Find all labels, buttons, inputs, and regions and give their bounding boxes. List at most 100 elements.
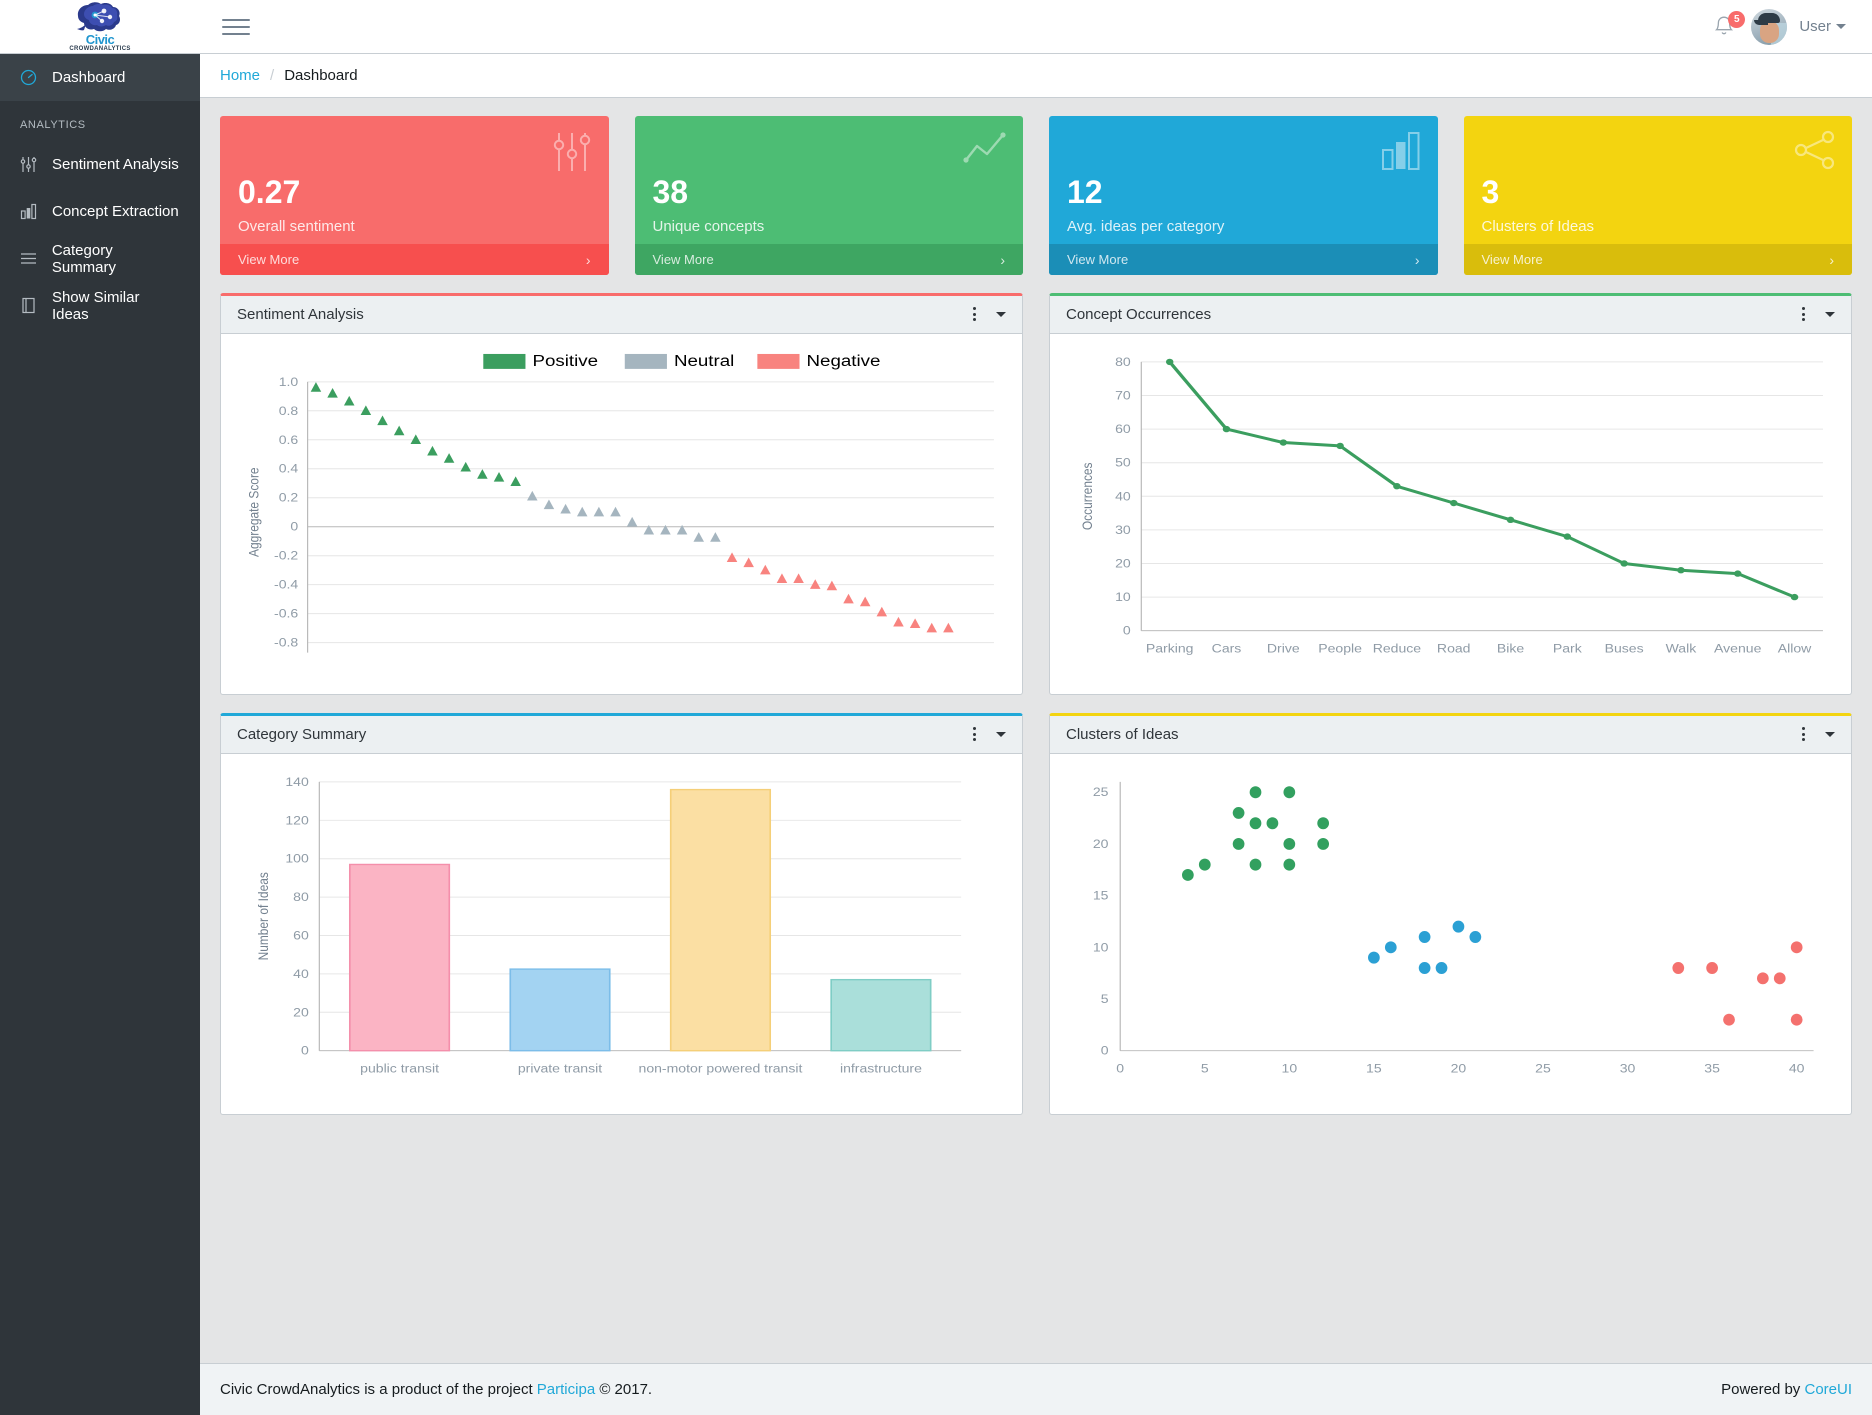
stat-card-avg-ideas-per-category[interactable]: 12 Avg. ideas per category View More ›	[1049, 116, 1438, 275]
panel-title: Clusters of Ideas	[1066, 725, 1179, 743]
bar-chart-icon	[1380, 130, 1422, 177]
sidebar-item-sentiment-analysis[interactable]: Sentiment Analysis	[0, 141, 200, 188]
sidebar-section-title: ANALYTICS	[20, 119, 86, 131]
stat-card-unique-concepts[interactable]: 38 Unique concepts View More ›	[634, 116, 1023, 275]
chevron-right-icon: ›	[1829, 251, 1834, 268]
stat-card-row: 0.27 Overall sentiment View More › 38 Un…	[220, 116, 1852, 275]
svg-text:Parking: Parking	[1146, 641, 1194, 655]
panel-title: Concept Occurrences	[1066, 305, 1212, 323]
svg-text:20: 20	[1093, 836, 1109, 850]
chevron-right-icon: ›	[1000, 251, 1005, 268]
svg-text:Occurrences: Occurrences	[1079, 462, 1095, 530]
svg-text:0: 0	[1116, 1061, 1124, 1075]
notifications-button[interactable]: 5	[1713, 10, 1746, 39]
category-summary-chart: 0 20 40 60 80 100 120 140 Number of Ideas public …	[221, 754, 1022, 1114]
svg-text:100: 100	[285, 851, 308, 865]
svg-text:0: 0	[301, 1043, 309, 1057]
app-body: Dashboard ANALYTICS Sentiment Analysis C…	[0, 54, 1872, 1415]
sidebar-item-label: Dashboard	[52, 69, 126, 86]
list-icon	[20, 250, 40, 267]
sliders-icon	[20, 156, 40, 173]
svg-text:15: 15	[1093, 888, 1109, 902]
stat-value: 38	[652, 174, 689, 210]
footer: Civic CrowdAnalytics is a product of the…	[200, 1363, 1872, 1415]
svg-text:1.0: 1.0	[279, 374, 299, 388]
svg-text:0: 0	[1123, 623, 1131, 637]
svg-text:20: 20	[293, 1005, 309, 1019]
svg-text:40: 40	[293, 966, 309, 980]
panel-menu-button[interactable]	[1799, 304, 1808, 324]
svg-text:People: People	[1318, 641, 1362, 655]
svg-text:20: 20	[1115, 556, 1131, 570]
user-menu[interactable]: User	[1751, 8, 1846, 45]
concept-occurrences-chart: 0 10 20 30 40 50 60 70 80 Occurrences Parking Cars D…	[1050, 334, 1851, 694]
avatar[interactable]	[1751, 8, 1788, 45]
clusters-chart: 0 5 10 15 20 25 0 5 10 15 20 25 30 35 40	[1050, 754, 1851, 1114]
stat-action-label: View More	[1481, 252, 1543, 267]
svg-text:0.2: 0.2	[279, 490, 299, 504]
sidebar-item-category-summary[interactable]: Category Summary	[0, 235, 200, 282]
coreui-link[interactable]: CoreUI	[1804, 1381, 1852, 1398]
stat-action-label: View More	[238, 252, 300, 267]
svg-text:30: 30	[1620, 1061, 1636, 1075]
svg-text:Cars: Cars	[1212, 641, 1242, 655]
stat-action-label: View More	[652, 252, 714, 267]
sidebar-item-concept-extraction[interactable]: Concept Extraction	[0, 188, 200, 235]
svg-text:10: 10	[1093, 940, 1109, 954]
chevron-down-icon	[1836, 24, 1846, 29]
svg-text:25: 25	[1093, 785, 1109, 799]
chart-row-1: Sentiment Analysis 1.0 0.8 0.6 0.4 0.2 0 -0.2 -…	[220, 293, 1852, 695]
svg-text:15: 15	[1366, 1061, 1382, 1075]
sidebar-item-show-similar-ideas[interactable]: Show Similar Ideas	[0, 282, 200, 329]
svg-text:Avenue: Avenue	[1714, 641, 1761, 655]
sidebar-toggle-button[interactable]	[222, 16, 250, 38]
panel-menu-button[interactable]	[970, 304, 979, 324]
chevron-right-icon: ›	[1414, 251, 1420, 268]
sidebar-item-dashboard[interactable]: Dashboard	[0, 54, 200, 101]
svg-text:non-motor powered transit: non-motor powered transit	[639, 1061, 803, 1075]
panel-collapse-icon[interactable]	[1825, 311, 1835, 317]
svg-text:0.8: 0.8	[279, 403, 299, 417]
svg-text:public transit: public transit	[360, 1061, 439, 1075]
header-actions: 5 User	[1713, 8, 1872, 45]
footer-text-after: © 2017.	[595, 1381, 653, 1398]
svg-text:10: 10	[1282, 1061, 1298, 1075]
sliders-icon	[551, 130, 593, 179]
svg-text:private transit: private transit	[518, 1061, 603, 1075]
svg-text:10: 10	[1115, 590, 1131, 604]
footer-powered-by: Powered by CoreUI	[1721, 1381, 1852, 1398]
panel-menu-button[interactable]	[1799, 724, 1808, 744]
brand-name: Civic	[85, 31, 115, 47]
svg-text:120: 120	[285, 813, 308, 827]
sidebar: Dashboard ANALYTICS Sentiment Analysis C…	[0, 54, 200, 1415]
footer-participa-link[interactable]: Participa	[537, 1381, 595, 1398]
book-icon	[20, 297, 40, 314]
panel-sentiment-analysis: Sentiment Analysis 1.0 0.8 0.6 0.4 0.2 0 -0.2 -…	[220, 293, 1023, 695]
svg-text:Park: Park	[1553, 641, 1582, 655]
svg-text:30: 30	[1115, 522, 1131, 536]
stat-card-clusters-of-ideas[interactable]: 3 Clusters of Ideas View More ›	[1463, 116, 1852, 275]
panel-collapse-icon[interactable]	[996, 731, 1006, 737]
svg-text:Drive: Drive	[1267, 641, 1300, 655]
panel-clusters-of-ideas: Clusters of Ideas 0 5 10 15 20 25 0 5 10 15 20 25 30…	[1049, 713, 1852, 1115]
stat-card-overall-sentiment[interactable]: 0.27 Overall sentiment View More ›	[220, 116, 609, 275]
svg-text:5: 5	[1101, 992, 1109, 1006]
notification-badge: 5	[1728, 10, 1746, 28]
svg-text:Number of Ideas: Number of Ideas	[255, 871, 271, 960]
svg-text:35: 35	[1704, 1061, 1720, 1075]
panel-collapse-icon[interactable]	[1825, 731, 1835, 737]
svg-text:40: 40	[1789, 1061, 1805, 1075]
panel-menu-button[interactable]	[970, 724, 979, 744]
svg-text:Positive: Positive	[532, 351, 598, 369]
svg-text:-0.6: -0.6	[274, 606, 298, 620]
panel-collapse-icon[interactable]	[996, 311, 1006, 317]
breadcrumb-home-link[interactable]: Home	[220, 67, 260, 84]
brand-subtitle: CROWDANALYTICS	[69, 45, 131, 52]
brand-logo[interactable]: Civic CROWDANALYTICS	[0, 0, 200, 54]
svg-text:-0.8: -0.8	[274, 635, 298, 649]
footer-credit: Civic CrowdAnalytics is a product of the…	[220, 1381, 652, 1398]
svg-text:5: 5	[1201, 1061, 1209, 1075]
svg-text:80: 80	[293, 890, 309, 904]
svg-text:60: 60	[1115, 422, 1131, 436]
speedometer-icon	[20, 69, 40, 86]
